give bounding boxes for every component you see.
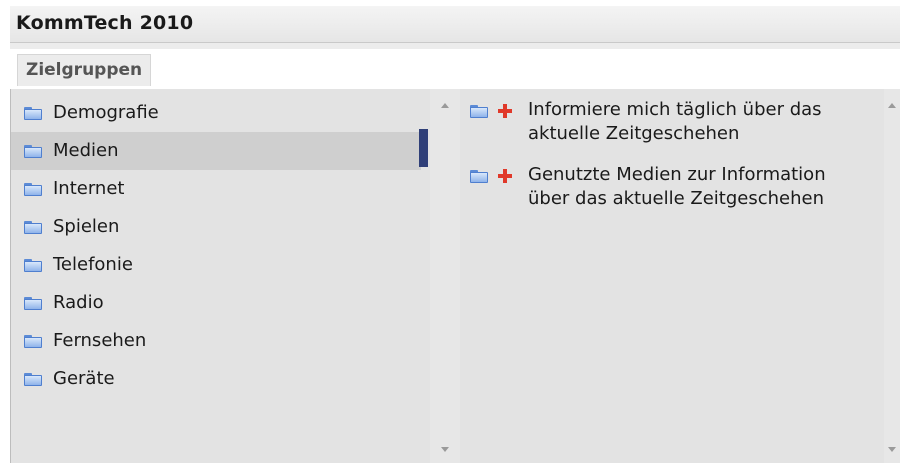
detail-item[interactable]: Informiere mich täglich über das aktuell… <box>460 98 880 146</box>
folder-icon <box>24 259 42 272</box>
app-title: KommTech 2010 <box>16 12 194 34</box>
scroll-up-arrow-icon[interactable] <box>888 103 896 108</box>
category-item-label: Geräte <box>53 368 115 389</box>
tab-strip-separator <box>10 43 900 49</box>
category-item-label: Internet <box>53 178 125 199</box>
scroll-up-arrow-icon[interactable] <box>441 103 449 108</box>
folder-icon <box>24 107 42 120</box>
category-item-internet[interactable]: Internet <box>11 170 421 208</box>
category-item-demografie[interactable]: Demografie <box>11 94 421 132</box>
category-item-fernsehen[interactable]: Fernsehen <box>11 322 421 360</box>
folder-icon <box>24 145 42 158</box>
folder-icon <box>24 297 42 310</box>
detail-item-label: Genutzte Medien zur Information über das… <box>528 164 826 209</box>
folder-icon <box>470 105 488 118</box>
category-item-radio[interactable]: Radio <box>11 284 421 322</box>
category-item-label: Demografie <box>53 102 159 123</box>
detail-list-pane: Informiere mich täglich über das aktuell… <box>460 89 884 463</box>
main-area: Demografie Medien Internet Spielen Telef… <box>10 89 900 463</box>
scroll-down-arrow-icon[interactable] <box>441 447 449 452</box>
tab-strip: Zielgruppen <box>10 43 900 89</box>
category-item-spielen[interactable]: Spielen <box>11 208 421 246</box>
folder-icon <box>24 221 42 234</box>
category-item-label: Fernsehen <box>53 330 147 351</box>
tab-zielgruppen[interactable]: Zielgruppen <box>17 54 152 86</box>
category-list-scrollbar[interactable] <box>430 89 460 463</box>
folder-icon <box>24 373 42 386</box>
category-item-medien[interactable]: Medien <box>11 132 421 170</box>
detail-item[interactable]: Genutzte Medien zur Information über das… <box>460 163 880 235</box>
category-item-geraete[interactable]: Geräte <box>11 360 421 398</box>
folder-icon <box>470 170 488 183</box>
scroll-down-arrow-icon[interactable] <box>888 447 896 452</box>
detail-list-scrollbar[interactable] <box>884 89 900 463</box>
category-list: Demografie Medien Internet Spielen Telef… <box>11 94 421 398</box>
category-item-label: Telefonie <box>53 254 133 275</box>
selection-indicator <box>419 129 428 167</box>
detail-item-label: Informiere mich täglich über das aktuell… <box>528 99 822 144</box>
folder-icon <box>24 335 42 348</box>
category-item-telefonie[interactable]: Telefonie <box>11 246 421 284</box>
plus-icon[interactable] <box>498 104 512 118</box>
title-bar: KommTech 2010 <box>10 6 900 43</box>
plus-icon[interactable] <box>498 169 512 183</box>
category-item-label: Medien <box>53 140 119 161</box>
category-list-pane: Demografie Medien Internet Spielen Telef… <box>10 89 430 463</box>
folder-icon <box>24 183 42 196</box>
category-item-label: Spielen <box>53 216 120 237</box>
category-item-label: Radio <box>53 292 104 313</box>
